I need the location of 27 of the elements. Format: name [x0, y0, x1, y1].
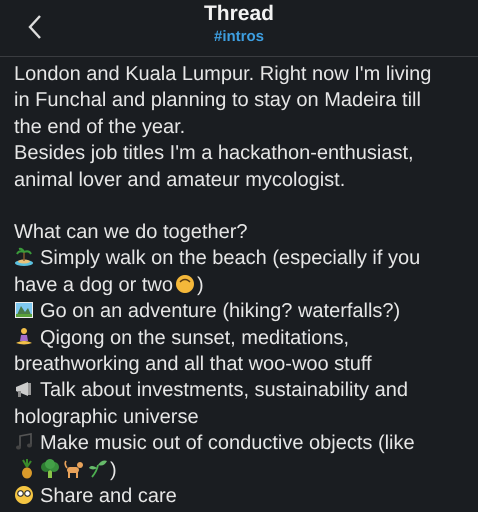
- list-item-text: holographic universe: [14, 406, 199, 428]
- sprout-icon: [88, 458, 108, 479]
- list-item-text: ): [197, 274, 204, 296]
- list-item-text: Go on an adventure (hiking? waterfalls?): [40, 300, 400, 322]
- list-item-text: Talk about investments, sustainability and: [40, 379, 408, 402]
- channel-name[interactable]: #intros: [214, 28, 264, 45]
- list-item-text: Qigong on the sunset, meditations,: [40, 326, 350, 349]
- megaphone-icon: [14, 379, 34, 400]
- landscape-icon: [14, 300, 34, 320]
- thread-title: Thread: [204, 2, 274, 26]
- message-text: London and Kuala Lumpur. Right now I'm living in Funchal and planning to stay on Madeira till the end of the year.: [14, 62, 432, 140]
- island-icon: [14, 247, 34, 268]
- broccoli-icon: [40, 458, 60, 479]
- message-text: Besides job titles I'm a hackathon-enthusiast, animal lover and amateur mycologist.: [14, 141, 415, 193]
- message-text: What can we do together?: [14, 220, 248, 246]
- list-item-text: have a dog or two: [14, 274, 173, 296]
- cat-icon: [64, 458, 84, 479]
- smiley-icon: [175, 274, 195, 294]
- glasses-face-icon: [14, 485, 34, 506]
- list-item-text: Share and care: [40, 485, 177, 508]
- list-item-text: Simply walk on the beach (especially if you: [40, 247, 420, 270]
- meditating-figure-icon: [14, 326, 34, 347]
- list-item-text: breathworking and all that woo-woo stuff: [14, 353, 372, 376]
- back-icon[interactable]: [28, 14, 42, 40]
- list-item-text: ): [110, 458, 117, 481]
- list-item-text: Make music out of conductive objects (like: [40, 432, 415, 454]
- music-notes-icon: [14, 432, 34, 452]
